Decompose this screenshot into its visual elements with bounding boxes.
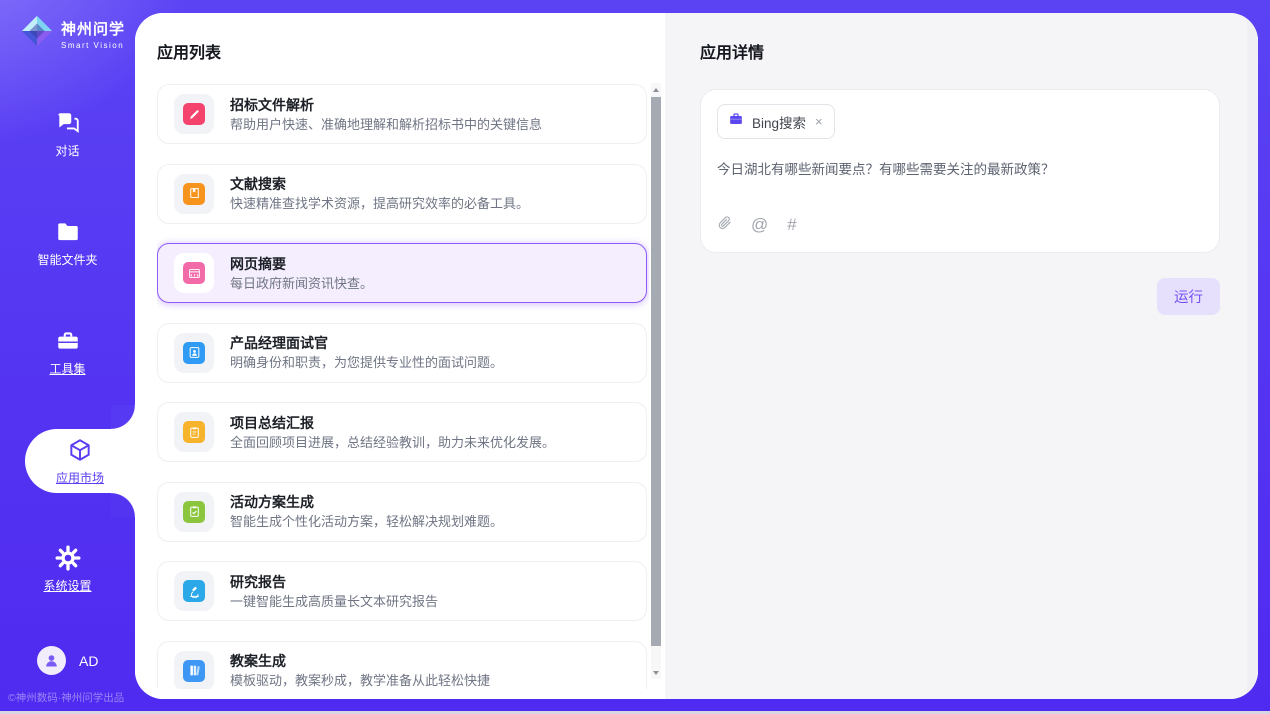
sidebar-nav: 对话 智能文件夹 工具集 bbox=[0, 110, 135, 593]
cube-icon bbox=[67, 437, 93, 466]
webpage-icon bbox=[183, 262, 205, 284]
app-description: 智能生成个性化活动方案，轻松解决规划难题。 bbox=[230, 514, 503, 529]
query-text[interactable]: 今日湖北有哪些新闻要点？有哪些需要关注的最新政策？ bbox=[717, 160, 1203, 179]
brand-logo: 神州问学 Smart Vision bbox=[0, 0, 135, 53]
run-button[interactable]: 运行 bbox=[1157, 278, 1220, 315]
sidebar-item-chat[interactable]: 对话 bbox=[0, 110, 135, 158]
tool-chip-bing-search[interactable]: Bing搜索 × bbox=[717, 104, 835, 139]
sidebar-item-label: 智能文件夹 bbox=[37, 253, 97, 267]
sidebar-item-label: 工具集 bbox=[49, 362, 85, 376]
app-card-project-summary[interactable]: 项目总结汇报 全面回顾项目进展，总结经验教训，助力未来优化发展。 bbox=[157, 402, 647, 462]
brand-diamond-icon bbox=[20, 14, 54, 53]
hash-tag-icon[interactable]: # bbox=[787, 217, 796, 233]
brand-subtitle: Smart Vision bbox=[61, 41, 125, 50]
attachment-toolbar: @ # bbox=[717, 214, 1203, 238]
app-description: 快速精准查找学术资源，提高研究效率的必备工具。 bbox=[230, 196, 529, 211]
app-card-pm-interviewer[interactable]: 产品经理面试官 明确身份和职责，为您提供专业性的面试问题。 bbox=[157, 323, 647, 383]
app-name: 教案生成 bbox=[230, 653, 490, 669]
app-card-bid-parse[interactable]: 招标文件解析 帮助用户快速、准确地理解和解析招标书中的关键信息 bbox=[157, 84, 647, 144]
briefcase-icon bbox=[728, 111, 744, 132]
interviewer-icon bbox=[183, 342, 205, 364]
sidebar-item-label: 系统设置 bbox=[43, 579, 91, 593]
folder-icon bbox=[55, 219, 81, 248]
scrollbar-thumb[interactable] bbox=[651, 97, 661, 646]
gear-icon bbox=[55, 545, 81, 574]
plan-check-icon bbox=[183, 501, 205, 523]
app-name: 产品经理面试官 bbox=[230, 335, 503, 351]
app-name: 文献搜索 bbox=[230, 176, 529, 192]
books-icon bbox=[183, 660, 205, 682]
sidebar-item-label: 对话 bbox=[55, 144, 79, 158]
scroll-down-arrow[interactable] bbox=[651, 666, 661, 679]
app-name: 项目总结汇报 bbox=[230, 415, 555, 431]
app-description: 全面回顾项目进展，总结经验教训，助力未来优化发展。 bbox=[230, 435, 555, 450]
avatar bbox=[37, 646, 66, 675]
tool-chip-label: Bing搜索 bbox=[752, 112, 806, 132]
app-description: 明确身份和职责，为您提供专业性的面试问题。 bbox=[230, 355, 503, 370]
sidebar-item-app-market[interactable]: 应用市场 bbox=[25, 429, 135, 493]
app-card-literature-search[interactable]: 文献搜索 快速精准查找学术资源，提高研究效率的必备工具。 bbox=[157, 164, 647, 224]
app-description: 模板驱动，教案秒成，教学准备从此轻松快捷 bbox=[230, 673, 490, 688]
detail-scrollbar-track[interactable] bbox=[1247, 13, 1258, 699]
app-list-scrollbar[interactable] bbox=[651, 83, 661, 679]
app-description: 帮助用户快速、准确地理解和解析招标书中的关键信息 bbox=[230, 117, 542, 132]
app-name: 研究报告 bbox=[230, 574, 438, 590]
edit-icon bbox=[183, 103, 205, 125]
user-initials: AD bbox=[79, 653, 98, 669]
user-account[interactable]: AD bbox=[37, 646, 98, 675]
app-description: 每日政府新闻资讯快查。 bbox=[230, 276, 373, 291]
main-content: 应用列表 招标文件解析 帮助用户快速、准确地理解和解析招标书中的关键信息 bbox=[135, 13, 1258, 699]
app-card-research-report[interactable]: 研究报告 一键智能生成高质量长文本研究报告 bbox=[157, 561, 647, 621]
sidebar-item-smart-folders[interactable]: 智能文件夹 bbox=[0, 219, 135, 267]
at-mention-icon[interactable]: @ bbox=[751, 217, 768, 233]
run-row: 运行 bbox=[700, 278, 1220, 315]
prompt-card: Bing搜索 × 今日湖北有哪些新闻要点？有哪些需要关注的最新政策？ @ # bbox=[700, 89, 1220, 253]
app-card-webpage-summary[interactable]: 网页摘要 每日政府新闻资讯快查。 bbox=[157, 243, 647, 303]
brand-name: 神州问学 bbox=[61, 18, 125, 39]
app-list: 招标文件解析 帮助用户快速、准确地理解和解析招标书中的关键信息 文献搜索 快速精… bbox=[157, 84, 649, 689]
app-description: 一键智能生成高质量长文本研究报告 bbox=[230, 594, 438, 609]
app-name: 网页摘要 bbox=[230, 256, 373, 272]
book-icon bbox=[183, 183, 205, 205]
app-name: 活动方案生成 bbox=[230, 494, 503, 510]
clipboard-icon bbox=[183, 421, 205, 443]
sidebar-item-settings[interactable]: 系统设置 bbox=[0, 545, 135, 593]
toolbox-icon bbox=[55, 328, 81, 357]
research-icon bbox=[183, 580, 205, 602]
sidebar: 神州问学 Smart Vision 对话 智能文件夹 bbox=[0, 0, 135, 711]
app-name: 招标文件解析 bbox=[230, 97, 542, 113]
chat-icon bbox=[55, 110, 81, 139]
sidebar-item-label: 应用市场 bbox=[56, 471, 104, 485]
copyright-text: ©神州数码·神州问学出品 bbox=[8, 690, 124, 705]
app-list-title: 应用列表 bbox=[157, 39, 665, 63]
paperclip-icon[interactable] bbox=[717, 214, 732, 236]
sidebar-item-toolset[interactable]: 工具集 bbox=[0, 328, 135, 376]
app-detail-title: 应用详情 bbox=[700, 39, 1258, 63]
app-list-panel: 应用列表 招标文件解析 帮助用户快速、准确地理解和解析招标书中的关键信息 bbox=[135, 13, 665, 699]
app-card-lesson-plan[interactable]: 教案生成 模板驱动，教案秒成，教学准备从此轻松快捷 bbox=[157, 641, 647, 690]
app-card-event-plan[interactable]: 活动方案生成 智能生成个性化活动方案，轻松解决规划难题。 bbox=[157, 482, 647, 542]
chip-close-icon[interactable]: × bbox=[814, 114, 824, 129]
app-detail-panel: 应用详情 Bing搜索 × 今日湖北有哪些新闻要点？有哪些需要关注的最新政策？ bbox=[665, 13, 1258, 699]
scroll-up-arrow[interactable] bbox=[651, 83, 661, 96]
